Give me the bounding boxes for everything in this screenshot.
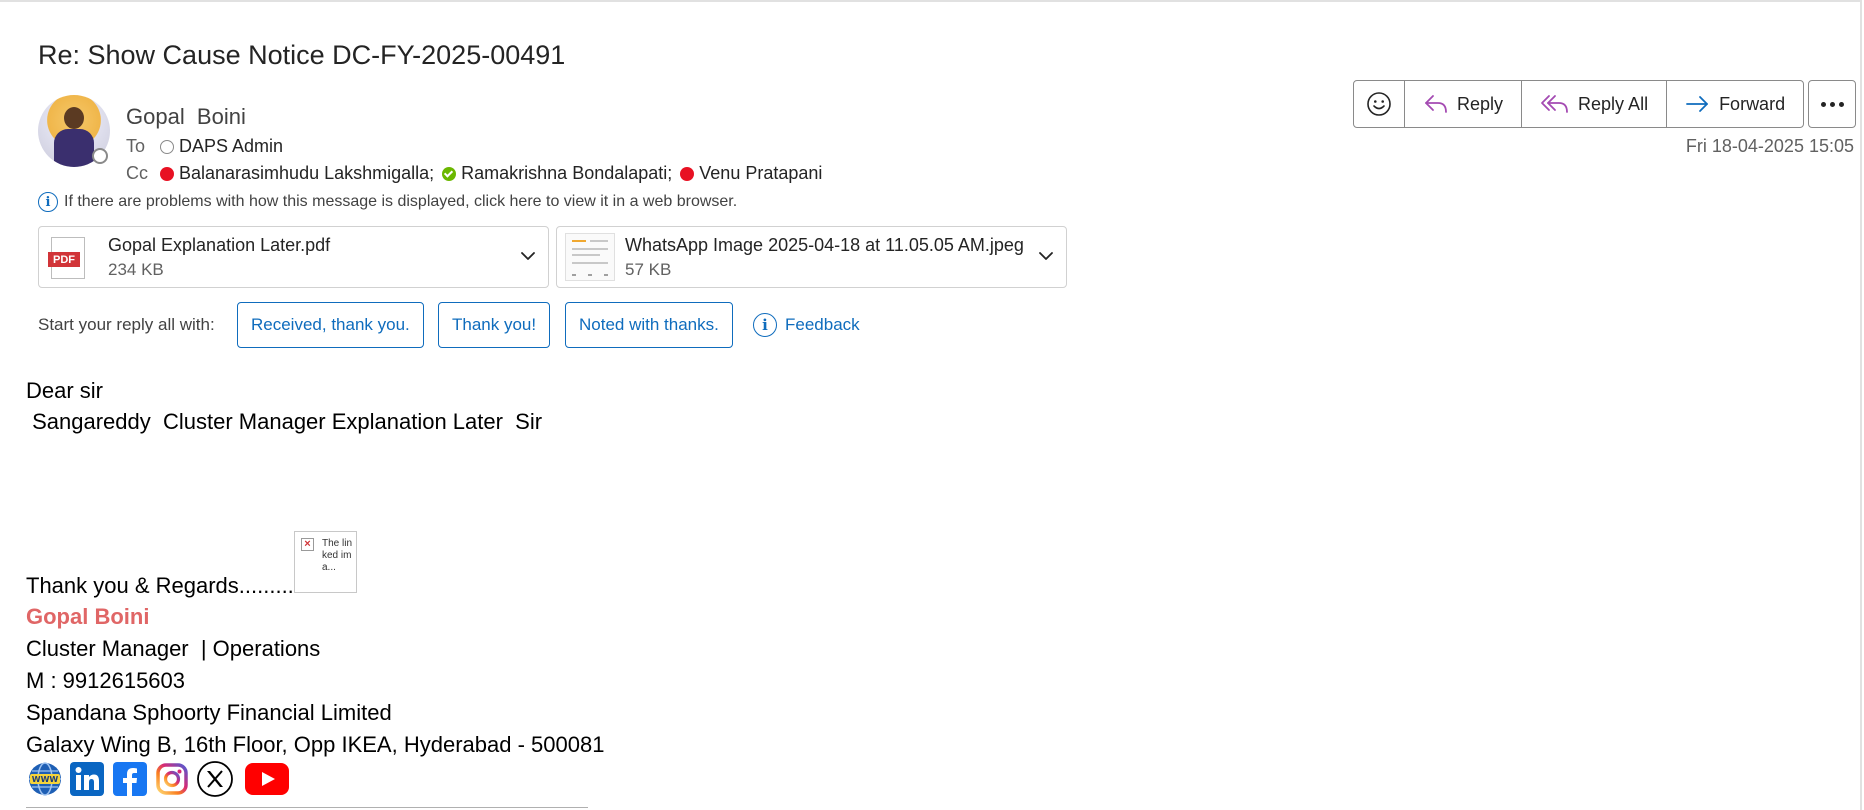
recipient-to[interactable]: DAPS Admin — [179, 136, 283, 157]
youtube-icon[interactable] — [245, 760, 289, 798]
message-subject: Re: Show Cause Notice DC-FY-2025-00491 — [38, 40, 566, 70]
react-button[interactable] — [1354, 81, 1405, 127]
signature-divider — [26, 807, 588, 808]
image-thumbnail-icon — [565, 233, 615, 281]
reply-all-icon — [1541, 95, 1568, 113]
ellipsis-icon — [1829, 101, 1835, 107]
signature-name: Gopal Boini — [26, 604, 150, 629]
reply-all-label: Reply All — [1578, 93, 1649, 114]
instagram-icon[interactable] — [154, 760, 190, 798]
suggested-reply-chip[interactable]: Received, thank you. — [237, 302, 424, 348]
reply-button[interactable]: Reply — [1405, 81, 1523, 127]
chevron-down-icon[interactable] — [518, 246, 538, 266]
feedback-label: Feedback — [785, 315, 860, 334]
suggested-reply-label: Start your reply all with: — [38, 315, 215, 334]
x-icon[interactable] — [196, 760, 234, 798]
reply-label: Reply — [1457, 93, 1504, 114]
to-label: To — [126, 136, 146, 156]
suggested-reply-chip[interactable]: Thank you! — [438, 302, 551, 348]
pdf-badge: PDF — [48, 252, 80, 267]
facebook-icon[interactable] — [112, 760, 148, 798]
info-icon: i — [38, 192, 58, 212]
attachment-card[interactable]: WhatsApp Image 2025-04-18 at 11.05.05 AM… — [556, 226, 1067, 288]
avatar-head — [64, 107, 84, 129]
presence-busy-icon — [680, 166, 695, 181]
recipient-cc[interactable]: Balanarasimhudu Lakshmigalla; — [179, 163, 434, 184]
cc-label: Cc — [126, 163, 148, 183]
sender-name[interactable]: Gopal Boini — [126, 104, 246, 130]
body-greeting: Dear sir — [26, 378, 104, 403]
forward-arrow-icon — [1686, 96, 1708, 112]
cc-recipients: Balanarasimhudu Lakshmigalla; Ramakrishn… — [160, 163, 822, 184]
presence-busy-icon — [160, 166, 174, 181]
signature-title: Cluster Manager | Operations — [26, 636, 321, 661]
broken-image-alt: The linked ima... — [322, 538, 353, 573]
forward-button[interactable]: Forward — [1667, 81, 1803, 127]
svg-text:WWW: WWW — [32, 775, 59, 784]
presence-indicator — [92, 148, 108, 164]
ellipsis-icon — [1820, 101, 1826, 107]
presence-available-icon — [442, 166, 457, 181]
linkedin-icon[interactable] — [69, 760, 105, 798]
signature-address: Galaxy Wing B, 16th Floor, Opp IKEA, Hyd… — [26, 732, 605, 757]
info-icon: i — [753, 313, 777, 337]
ellipsis-icon — [1838, 101, 1844, 107]
avatar-body — [54, 129, 94, 167]
www-globe-icon[interactable]: WWW — [26, 760, 64, 798]
body-thanks: Thank you & Regards.......... — [26, 573, 300, 598]
feedback-link[interactable]: i Feedback — [753, 313, 860, 337]
attachment-name: WhatsApp Image 2025-04-18 at 11.05.05 AM… — [625, 235, 1024, 255]
received-datetime: Fri 18-04-2025 15:05 — [1685, 136, 1854, 156]
recipient-cc[interactable]: Venu Pratapani — [699, 163, 822, 184]
pdf-file-icon: PDF — [48, 237, 85, 279]
recipient-cc[interactable]: Ramakrishna Bondalapati; — [461, 163, 672, 184]
attachment-name: Gopal Explanation Later.pdf — [108, 235, 331, 255]
body-line: Sangareddy Cluster Manager Explanation L… — [26, 409, 543, 434]
attachment-card[interactable]: PDF Gopal Explanation Later.pdf 234 KB — [38, 226, 549, 288]
broken-image-placeholder: × The linked ima... — [294, 531, 357, 593]
attachment-size: 57 KB — [625, 260, 672, 279]
message-actions-toolbar: Reply Reply All Forward — [1353, 80, 1805, 128]
reply-all-button[interactable]: Reply All — [1522, 81, 1668, 127]
attachment-size: 234 KB — [108, 260, 164, 279]
more-actions-button[interactable] — [1808, 80, 1856, 128]
broken-image-icon: × — [301, 538, 314, 551]
signature-company: Spandana Sphoorty Financial Limited — [26, 700, 392, 725]
signature-mobile: M : 9912615603 — [26, 668, 186, 693]
notice-text: If there are problems with how this mess… — [64, 193, 738, 210]
display-problem-notice[interactable]: i If there are problems with how this me… — [38, 192, 737, 212]
smiley-icon — [1367, 92, 1391, 116]
reply-icon — [1425, 95, 1447, 113]
to-recipients: DAPS Admin — [160, 136, 283, 157]
chevron-down-icon[interactable] — [1036, 246, 1056, 266]
forward-label: Forward — [1719, 93, 1786, 114]
presence-unknown-icon — [160, 139, 174, 154]
suggested-reply-chip[interactable]: Noted with thanks. — [565, 302, 733, 348]
